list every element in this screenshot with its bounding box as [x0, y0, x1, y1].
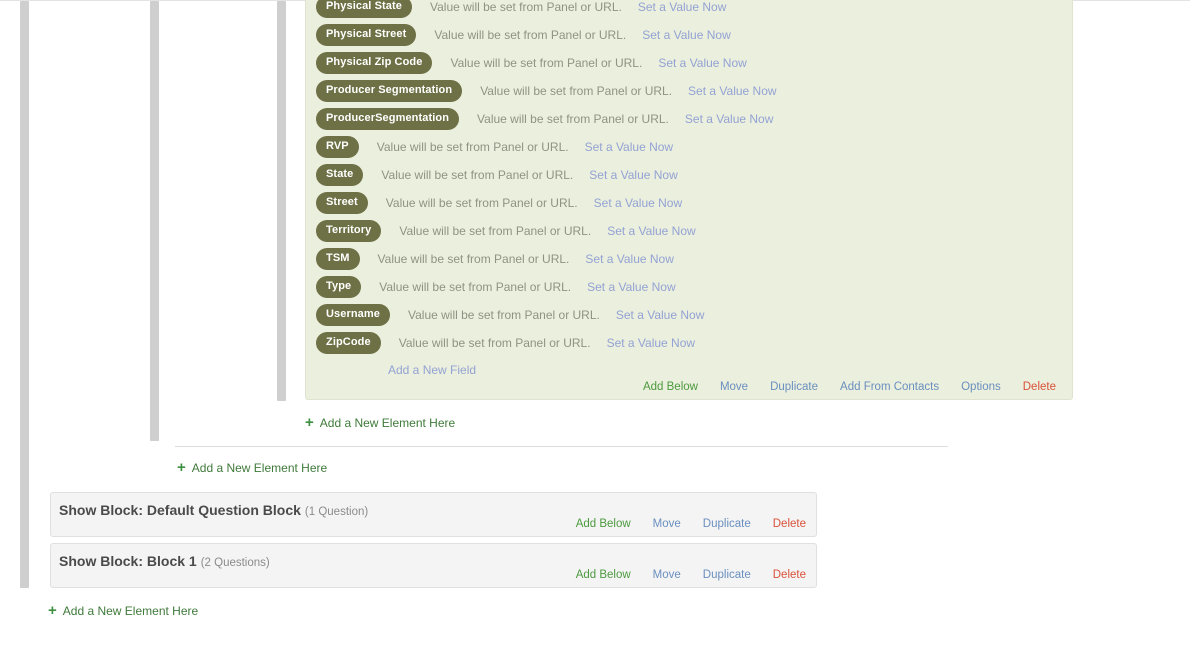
section-divider — [175, 446, 948, 447]
add-new-field-row: Add a New Field — [306, 357, 1072, 383]
show-block-action-move[interactable]: Move — [653, 518, 681, 530]
embedded-data-field-list: Physical State Value will be set from Pan… — [306, 0, 1072, 383]
add-new-element-link-1[interactable]: + Add a New Element Here — [305, 415, 455, 430]
embedded-data-field-row: State Value will be set from Panel or URL… — [306, 161, 1072, 189]
embedded-data-field-pill[interactable]: ProducerSegmentation — [316, 108, 460, 130]
embedded-data-field-row: ZipCode Value will be set from Panel or U… — [306, 329, 1072, 357]
embedded-data-field-note: Value will be set from Panel or URL. — [430, 0, 622, 14]
embedded-data-action-add-from-contacts[interactable]: Add From Contacts — [840, 381, 939, 393]
show-block-action-delete[interactable]: Delete — [773, 569, 806, 581]
embedded-data-field-row: Territory Value will be set from Panel or… — [306, 217, 1072, 245]
show-block-action-add-below[interactable]: Add Below — [576, 518, 631, 530]
embedded-data-field-note: Value will be set from Panel or URL. — [376, 140, 569, 154]
embedded-data-field-row: Physical Zip Code Value will be set from … — [306, 49, 1072, 77]
set-a-value-now-link[interactable]: Set a Value Now — [638, 0, 727, 14]
show-block-actions: Add Below Move Duplicate Delete — [554, 569, 806, 581]
survey-nesting-rail-level-3 — [277, 1, 286, 401]
embedded-data-field-row: Username Value will be set from Panel or … — [306, 301, 1072, 329]
survey-nesting-rail-level-2 — [150, 1, 159, 441]
add-new-element-label: Add a New Element Here — [319, 415, 456, 430]
add-new-element-link-2[interactable]: + Add a New Element Here — [177, 460, 327, 475]
embedded-data-action-move[interactable]: Move — [720, 381, 748, 393]
embedded-data-field-row: RVP Value will be set from Panel or URL. S… — [306, 133, 1072, 161]
embedded-data-field-row: ProducerSegmentation Value will be set fr… — [306, 105, 1072, 133]
embedded-data-field-pill[interactable]: RVP — [316, 136, 359, 158]
embedded-data-field-row: Producer Segmentation Value will be set f… — [306, 77, 1072, 105]
set-a-value-now-link[interactable]: Set a Value Now — [642, 28, 731, 42]
show-block-row[interactable]: Show Block: Default Question Block (1 Que… — [50, 492, 817, 537]
embedded-data-field-note: Value will be set from Panel or URL. — [385, 196, 578, 210]
embedded-data-field-row: Physical Street Value will be set from Pa… — [306, 21, 1072, 49]
set-a-value-now-link[interactable]: Set a Value Now — [594, 196, 683, 210]
set-a-value-now-link[interactable]: Set a Value Now — [607, 336, 696, 350]
embedded-data-field-note: Value will be set from Panel or URL. — [480, 84, 673, 98]
embedded-data-field-pill[interactable]: State — [316, 164, 364, 186]
add-new-field-link[interactable]: Add a New Field — [388, 363, 476, 377]
embedded-data-field-note: Value will be set from Panel or URL. — [399, 224, 592, 238]
add-new-element-label: Add a New Element Here — [191, 460, 328, 475]
set-a-value-now-link[interactable]: Set a Value Now — [688, 84, 777, 98]
show-block-action-add-below[interactable]: Add Below — [576, 569, 631, 581]
show-block-action-delete[interactable]: Delete — [773, 518, 806, 530]
embedded-data-field-note: Value will be set from Panel or URL. — [450, 56, 643, 70]
add-new-element-link-3[interactable]: + Add a New Element Here — [48, 603, 198, 618]
set-a-value-now-link[interactable]: Set a Value Now — [585, 140, 674, 154]
embedded-data-field-note: Value will be set from Panel or URL. — [408, 308, 600, 322]
embedded-data-field-pill[interactable]: ZipCode — [316, 332, 381, 354]
show-block-row[interactable]: Show Block: Block 1 (2 Questions) Add Bel… — [50, 543, 817, 588]
embedded-data-field-note: Value will be set from Panel or URL. — [434, 28, 627, 42]
show-block-name: Show Block: Default Question Block — [59, 502, 301, 518]
embedded-data-footer-actions: Add Below Move Duplicate Add From Contacts O… — [621, 381, 1056, 393]
set-a-value-now-link[interactable]: Set a Value Now — [616, 308, 705, 322]
embedded-data-field-pill[interactable]: Physical Street — [316, 24, 417, 46]
embedded-data-field-note: Value will be set from Panel or URL. — [377, 252, 570, 266]
embedded-data-panel: Physical State Value will be set from Pan… — [305, 0, 1073, 400]
embedded-data-action-delete[interactable]: Delete — [1023, 381, 1056, 393]
set-a-value-now-link[interactable]: Set a Value Now — [658, 56, 747, 70]
embedded-data-field-pill[interactable]: Street — [316, 192, 368, 214]
embedded-data-field-pill[interactable]: TSM — [316, 248, 360, 270]
set-a-value-now-link[interactable]: Set a Value Now — [587, 280, 676, 294]
embedded-data-field-note: Value will be set from Panel or URL. — [379, 280, 572, 294]
embedded-data-field-row: TSM Value will be set from Panel or URL. S… — [306, 245, 1072, 273]
add-new-element-label: Add a New Element Here — [62, 603, 199, 618]
set-a-value-now-link[interactable]: Set a Value Now — [589, 168, 678, 182]
embedded-data-action-add-below[interactable]: Add Below — [643, 381, 698, 393]
embedded-data-field-note: Value will be set from Panel or URL. — [381, 168, 574, 182]
plus-icon: + — [177, 459, 186, 476]
embedded-data-field-pill[interactable]: Producer Segmentation — [316, 80, 463, 102]
show-block-title: Show Block: Default Question Block (1 Que… — [59, 502, 368, 518]
survey-nesting-rail-level-1 — [20, 1, 29, 588]
set-a-value-now-link[interactable]: Set a Value Now — [585, 252, 674, 266]
embedded-data-field-row: Type Value will be set from Panel or URL.… — [306, 273, 1072, 301]
plus-icon: + — [305, 414, 314, 431]
plus-icon: + — [48, 602, 57, 619]
show-block-question-count: (2 Questions) — [200, 557, 270, 569]
embedded-data-field-row: Physical State Value will be set from Pan… — [306, 0, 1072, 21]
embedded-data-field-row: Street Value will be set from Panel or UR… — [306, 189, 1072, 217]
show-block-action-duplicate[interactable]: Duplicate — [703, 569, 751, 581]
embedded-data-field-pill[interactable]: Username — [316, 304, 390, 326]
show-block-name: Show Block: Block 1 — [59, 553, 197, 569]
show-block-action-move[interactable]: Move — [653, 569, 681, 581]
set-a-value-now-link[interactable]: Set a Value Now — [607, 224, 696, 238]
embedded-data-field-pill[interactable]: Type — [316, 276, 362, 298]
embedded-data-field-note: Value will be set from Panel or URL. — [398, 336, 591, 350]
embedded-data-field-pill[interactable]: Physical State — [316, 0, 412, 18]
embedded-data-field-note: Value will be set from Panel or URL. — [477, 112, 669, 126]
show-block-actions: Add Below Move Duplicate Delete — [554, 518, 806, 530]
set-a-value-now-link[interactable]: Set a Value Now — [685, 112, 774, 126]
show-block-action-duplicate[interactable]: Duplicate — [703, 518, 751, 530]
embedded-data-field-pill[interactable]: Territory — [316, 220, 382, 242]
embedded-data-action-options[interactable]: Options — [961, 381, 1001, 393]
embedded-data-field-pill[interactable]: Physical Zip Code — [316, 52, 433, 74]
embedded-data-action-duplicate[interactable]: Duplicate — [770, 381, 818, 393]
show-block-question-count: (1 Question) — [304, 506, 369, 518]
show-block-title: Show Block: Block 1 (2 Questions) — [59, 553, 270, 569]
